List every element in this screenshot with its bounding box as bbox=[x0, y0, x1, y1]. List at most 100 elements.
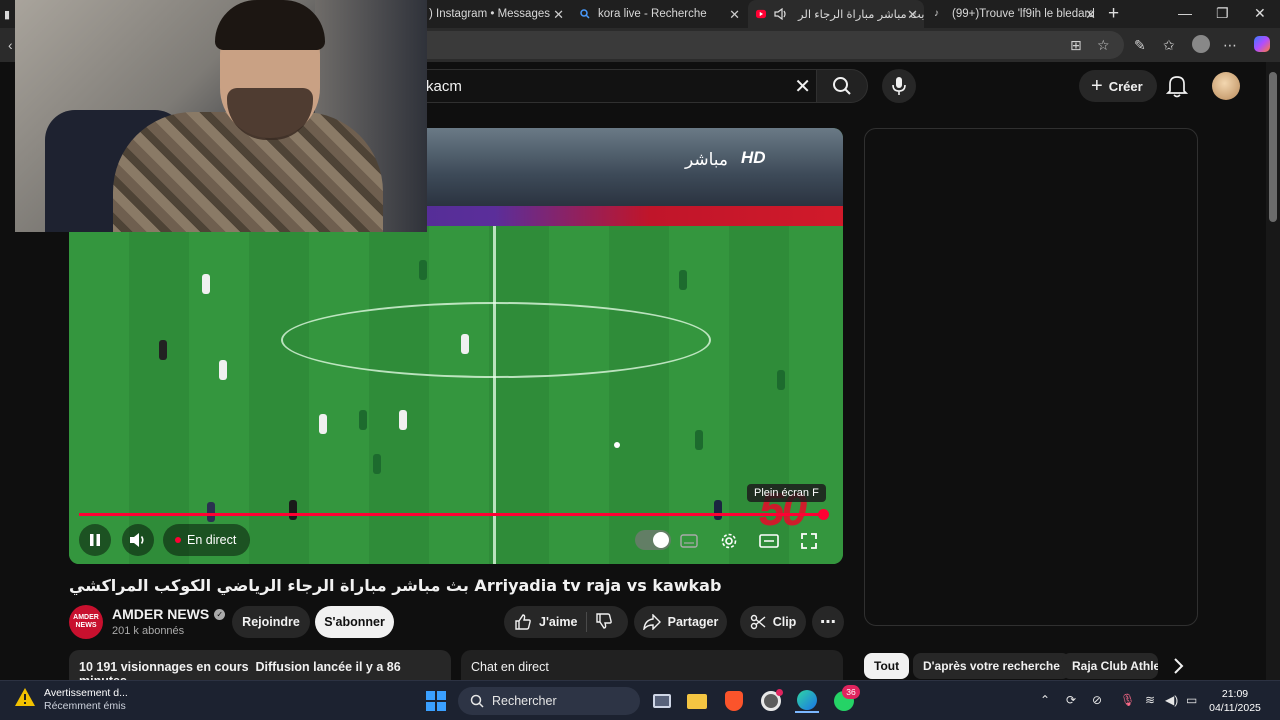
thumbs-down-icon[interactable] bbox=[595, 612, 613, 630]
copilot-icon[interactable] bbox=[1254, 36, 1270, 52]
close-icon[interactable]: ✕ bbox=[729, 7, 740, 23]
close-icon[interactable]: ✕ bbox=[1085, 7, 1096, 23]
ball bbox=[614, 442, 620, 448]
progress-scrubber[interactable] bbox=[818, 509, 829, 520]
volume-icon[interactable]: ◀) bbox=[1165, 693, 1178, 707]
chip-all[interactable]: Tout bbox=[864, 653, 910, 679]
footballer bbox=[777, 370, 785, 390]
live-indicator[interactable]: En direct bbox=[163, 524, 251, 556]
scissors-icon bbox=[750, 614, 766, 630]
webcam-overlay bbox=[15, 0, 427, 232]
clear-search-icon[interactable]: ✕ bbox=[794, 74, 811, 99]
search-icon bbox=[833, 77, 851, 95]
live-dot bbox=[175, 537, 181, 543]
extensions-icon[interactable]: ✎ bbox=[1134, 37, 1146, 54]
plus-icon: + bbox=[1091, 75, 1103, 97]
footballer bbox=[202, 274, 210, 294]
theater-mode-button[interactable] bbox=[757, 529, 781, 553]
notifications-off-icon[interactable]: ⊘ bbox=[1092, 693, 1102, 707]
channel-name[interactable]: AMDER NEWS ✓ bbox=[112, 606, 226, 622]
new-tab-icon[interactable]: + bbox=[1108, 3, 1119, 25]
chip-raja-club[interactable]: Raja Club Athle bbox=[1062, 653, 1158, 679]
close-icon[interactable]: ✕ bbox=[907, 7, 918, 23]
tab-kora-live[interactable]: kora live - Recherche ✕ bbox=[572, 0, 746, 28]
tab-actions-icon[interactable]: ▮ bbox=[0, 0, 14, 28]
notifications-bell-icon[interactable] bbox=[1166, 74, 1188, 98]
progress-bar[interactable] bbox=[79, 513, 824, 516]
search-icon bbox=[580, 9, 590, 19]
subscribe-label: S'abonner bbox=[324, 615, 385, 629]
live-label: En direct bbox=[187, 533, 237, 547]
chip-from-search[interactable]: D'après votre recherche bbox=[913, 653, 1070, 679]
fullscreen-button[interactable] bbox=[797, 529, 821, 553]
system-clock[interactable]: 21:09 04/11/2025 bbox=[1200, 687, 1270, 715]
file-explorer-icon[interactable] bbox=[685, 689, 709, 713]
thumbs-up-icon bbox=[515, 614, 531, 630]
minimize-icon[interactable]: — bbox=[1178, 5, 1192, 21]
collections-icon[interactable]: ✩ bbox=[1163, 37, 1175, 54]
channel-avatar[interactable]: AMDER NEWS bbox=[69, 605, 103, 639]
speaker-icon[interactable] bbox=[774, 8, 788, 20]
scrollbar-thumb[interactable] bbox=[1269, 72, 1277, 222]
clip-label: Clip bbox=[772, 615, 797, 629]
settings-button[interactable] bbox=[717, 529, 741, 553]
back-icon[interactable]: ‹ bbox=[8, 37, 13, 53]
like-button[interactable]: J'aime bbox=[514, 606, 577, 638]
edge-browser-icon[interactable] bbox=[795, 689, 819, 713]
autoplay-toggle[interactable] bbox=[635, 530, 671, 550]
account-avatar[interactable] bbox=[1212, 72, 1240, 100]
profile-icon[interactable] bbox=[1192, 35, 1210, 53]
close-window-icon[interactable]: ✕ bbox=[1254, 5, 1266, 22]
footballer bbox=[695, 430, 703, 450]
join-button[interactable]: Rejoindre bbox=[232, 606, 310, 638]
sync-icon[interactable]: ⟳ bbox=[1066, 693, 1076, 707]
clip-button[interactable]: Clip bbox=[740, 606, 806, 638]
footballer bbox=[359, 410, 367, 430]
footballer bbox=[419, 260, 427, 280]
subtitles-button[interactable] bbox=[677, 529, 701, 553]
chrome-icon[interactable] bbox=[759, 689, 783, 713]
warning-icon bbox=[15, 688, 35, 706]
channel-logo-hd: HD bbox=[741, 148, 766, 167]
mute-button[interactable] bbox=[122, 524, 154, 556]
chevron-right-icon[interactable] bbox=[1168, 656, 1188, 676]
restore-icon[interactable]: ❐ bbox=[1216, 5, 1229, 22]
channel-name-text: AMDER NEWS bbox=[112, 606, 210, 622]
search-input[interactable]: kacm ✕ bbox=[410, 69, 820, 103]
page-scrollbar[interactable] bbox=[1266, 62, 1280, 680]
create-label: Créer bbox=[1108, 78, 1143, 94]
notification-subtitle: Récemment émis bbox=[44, 700, 126, 712]
create-button[interactable]: + Créer bbox=[1079, 70, 1157, 102]
subscribe-button[interactable]: S'abonner bbox=[315, 606, 394, 638]
coach bbox=[289, 500, 297, 520]
pause-button[interactable] bbox=[79, 524, 111, 556]
like-label: J'aime bbox=[539, 615, 578, 629]
fullscreen-icon bbox=[801, 533, 817, 549]
more-icon: ⋯ bbox=[820, 614, 836, 631]
voice-search-button[interactable] bbox=[882, 69, 916, 103]
favorite-icon[interactable]: ☆ bbox=[1097, 37, 1110, 54]
tab-tiktok[interactable]: ♪ (99+)Trouve 'lf9ih le bledard ✕ bbox=[926, 0, 1102, 28]
tab-instagram[interactable]: ) Instagram • Messages ✕ bbox=[427, 0, 570, 28]
search-button[interactable] bbox=[816, 69, 868, 103]
tab-label: بث مباشر مباراة الرجاء الر bbox=[798, 9, 924, 21]
windows-start-icon[interactable] bbox=[424, 689, 448, 713]
task-view-icon[interactable] bbox=[650, 689, 674, 713]
brave-browser-icon[interactable] bbox=[722, 689, 746, 713]
chevron-up-icon[interactable]: ⌃ bbox=[1040, 693, 1050, 707]
more-actions-button[interactable]: ⋯ bbox=[812, 606, 844, 638]
battery-icon[interactable]: ▭ bbox=[1186, 693, 1197, 707]
close-icon[interactable]: ✕ bbox=[553, 7, 564, 23]
notification-item[interactable]: Avertissement d... Récemment émis bbox=[14, 687, 128, 713]
tab-raja-live[interactable]: بث مباشر مباراة الرجاء الر ✕ bbox=[748, 0, 924, 28]
clock-time: 21:09 bbox=[1221, 688, 1249, 700]
side-panel bbox=[864, 128, 1198, 626]
footballer bbox=[219, 360, 227, 380]
apps-icon[interactable]: ⊞ bbox=[1070, 37, 1082, 54]
taskbar-search-input[interactable]: Rechercher bbox=[458, 687, 640, 715]
share-button[interactable]: Partager bbox=[634, 606, 727, 638]
menu-icon[interactable]: ⋯ bbox=[1223, 37, 1237, 54]
wifi-icon[interactable]: ≋ bbox=[1145, 693, 1155, 707]
microphone-icon[interactable]: 🎙 bbox=[1120, 693, 1135, 707]
footballer bbox=[319, 414, 327, 434]
